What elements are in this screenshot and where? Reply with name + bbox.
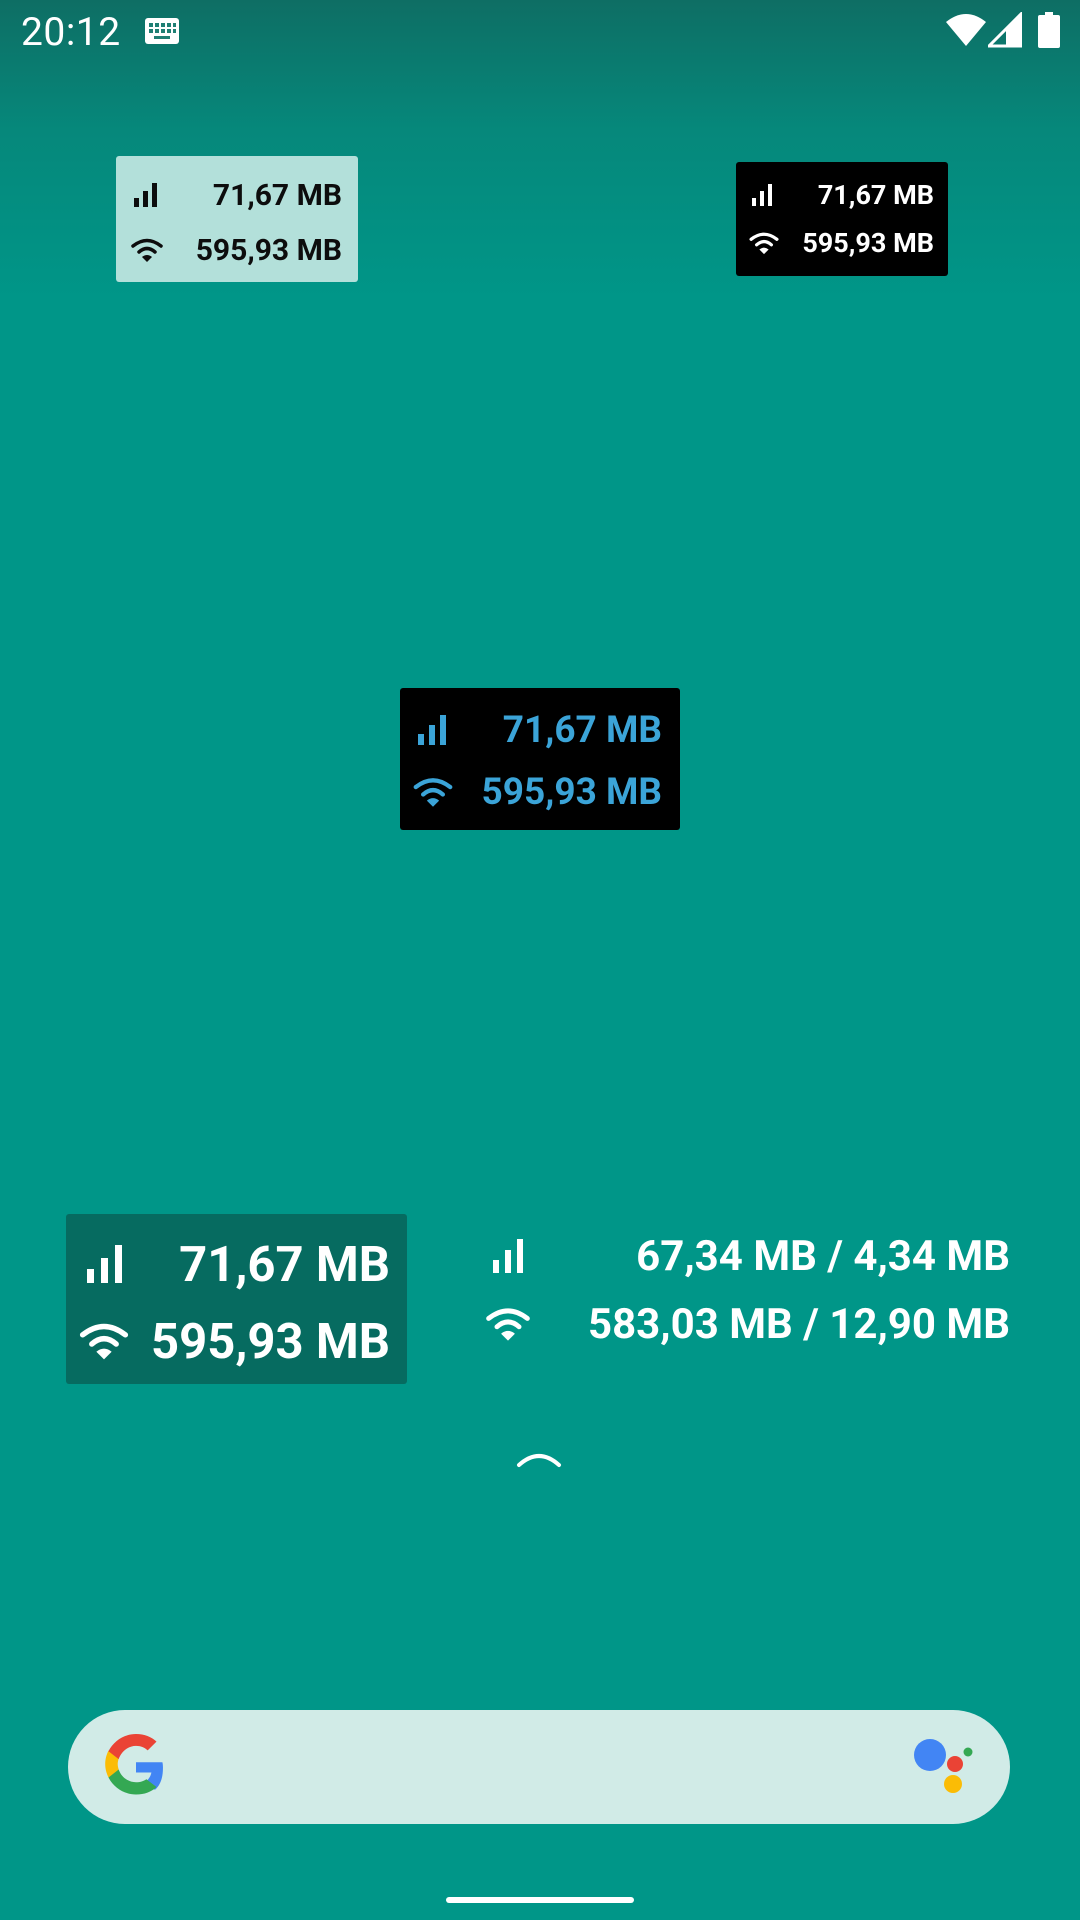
data-usage-widget-detailed[interactable]: 67,34 MB / 4,34 MB 583,03 MB / 12,90 MB [470, 1226, 1010, 1376]
wifi-icon [79, 1323, 129, 1360]
mobile-data-row: 71,67 MB [750, 178, 934, 212]
mobile-data-row: 71,67 MB [84, 1234, 390, 1294]
wifi-data-value: 595,93 MB [481, 770, 662, 814]
cell-signal-icon [87, 1245, 122, 1283]
wifi-data-value: 595,93 MB [151, 1312, 390, 1370]
cell-signal-icon [418, 715, 446, 745]
status-time: 20:12 [21, 9, 121, 55]
mobile-data-value: 67,34 MB / 4,34 MB [636, 1231, 1010, 1281]
wifi-data-value: 583,03 MB / 12,90 MB [587, 1299, 1010, 1349]
wifi-icon [749, 232, 779, 255]
mobile-data-row: 71,67 MB [416, 708, 662, 752]
google-g-icon[interactable] [103, 1734, 169, 1800]
app-drawer-arrow-icon[interactable] [516, 1447, 562, 1469]
data-usage-widget-blue[interactable]: 71,67 MB 595,93 MB [400, 688, 680, 830]
mobile-data-row: 71,67 MB [132, 177, 342, 213]
wifi-data-row: 595,93 MB [412, 770, 662, 814]
wifi-icon [486, 1308, 530, 1341]
cell-signal-icon [493, 1239, 523, 1273]
wifi-data-row: 595,93 MB [748, 226, 934, 260]
google-assistant-icon[interactable] [912, 1736, 974, 1794]
wifi-status-icon [946, 14, 986, 46]
battery-status-icon [1038, 12, 1060, 48]
mobile-data-value: 71,67 MB [502, 708, 662, 752]
cell-signal-icon [134, 183, 157, 207]
data-usage-widget-large[interactable]: 71,67 MB 595,93 MB [66, 1214, 407, 1384]
google-search-bar[interactable] [68, 1710, 1010, 1824]
wifi-data-row: 583,03 MB / 12,90 MB [484, 1296, 1010, 1352]
cell-signal-icon [752, 184, 772, 206]
gesture-navigation-pill[interactable] [446, 1897, 634, 1903]
wifi-data-row: 595,93 MB [78, 1311, 390, 1371]
wifi-data-value: 595,93 MB [195, 232, 342, 268]
wifi-data-value: 595,93 MB [802, 227, 934, 259]
mobile-data-value: 71,67 MB [212, 177, 342, 213]
keyboard-icon [145, 18, 179, 44]
mobile-data-row: 67,34 MB / 4,34 MB [490, 1228, 1010, 1284]
wifi-icon [413, 778, 453, 807]
mobile-data-value: 71,67 MB [179, 1235, 390, 1293]
cell-signal-status-icon [988, 12, 1022, 48]
wifi-data-row: 595,93 MB [130, 232, 342, 268]
wifi-icon [131, 238, 163, 262]
mobile-data-value: 71,67 MB [817, 179, 934, 211]
data-usage-widget-light[interactable]: 71,67 MB 595,93 MB [116, 156, 358, 282]
data-usage-widget-dark[interactable]: 71,67 MB 595,93 MB [736, 162, 948, 276]
